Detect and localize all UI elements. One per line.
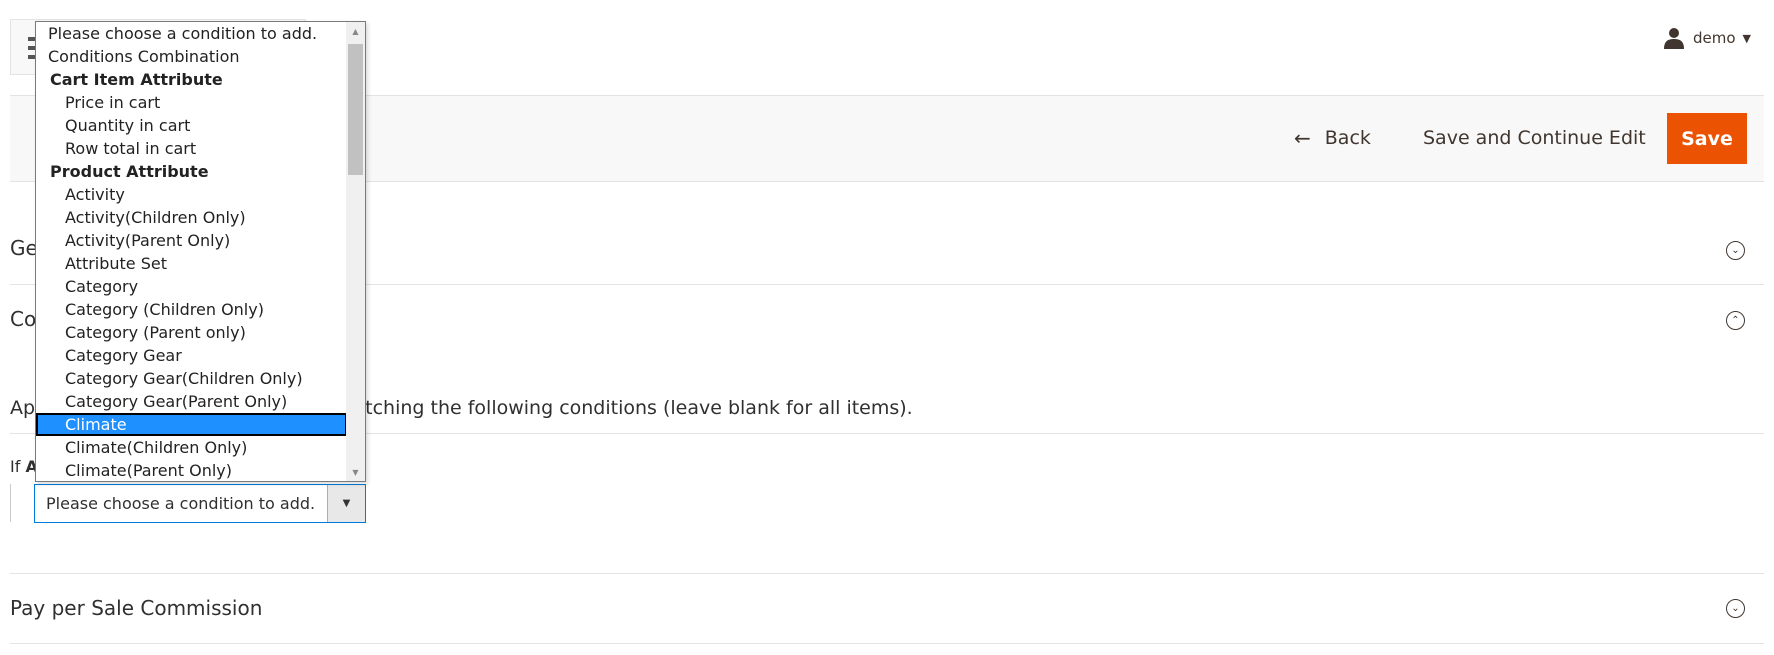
condition-select-value: Please choose a condition to add. <box>46 494 316 513</box>
dropdown-option[interactable]: Category (Children Only) <box>36 298 347 321</box>
section-conditions-title[interactable]: Co <box>10 305 36 333</box>
dropdown-scrollbar[interactable]: ▲ ▼ <box>346 22 365 481</box>
dropdown-option[interactable]: Activity <box>36 183 347 206</box>
dropdown-options: Please choose a condition to add. Conditi… <box>36 22 347 481</box>
divider <box>10 573 1764 574</box>
dropdown-option[interactable]: Category Gear(Children Only) <box>36 367 347 390</box>
apply-text-start: Ap <box>10 397 36 419</box>
divider <box>10 643 1764 644</box>
chevron-up-circle-icon[interactable]: ⌃ <box>1726 311 1745 330</box>
dropdown-option[interactable]: Quantity in cart <box>36 114 347 137</box>
section-general-title[interactable]: Ge <box>10 234 38 262</box>
dropdown-option[interactable]: Conditions Combination <box>36 45 347 68</box>
dropdown-option[interactable]: Category Gear <box>36 344 347 367</box>
chevron-down-icon: ▼ <box>1742 31 1752 45</box>
chevron-down-circle-icon[interactable]: ⌄ <box>1726 599 1745 618</box>
arrow-left-icon: ← <box>1294 126 1311 150</box>
dropdown-option[interactable]: Row total in cart <box>36 137 347 160</box>
save-button[interactable]: Save <box>1667 113 1747 164</box>
dropdown-option[interactable]: Climate <box>36 413 347 436</box>
save-and-continue-button[interactable]: Save and Continue Edit <box>1423 125 1646 151</box>
section-commission-title[interactable]: Pay per Sale Commission <box>10 594 262 622</box>
conditions-tree-border <box>10 484 11 522</box>
dropdown-option[interactable]: Climate(Children Only) <box>36 436 347 459</box>
dropdown-option[interactable]: Category Gear(Parent Only) <box>36 390 347 413</box>
chevron-down-icon: ▼ <box>327 485 365 522</box>
dropdown-option[interactable]: Climate(Parent Only) <box>36 459 347 481</box>
scroll-down-icon[interactable]: ▼ <box>346 463 365 481</box>
if-label: If <box>10 457 21 476</box>
dropdown-optgroup-label: Cart Item Attribute <box>50 70 223 89</box>
user-name: demo <box>1693 29 1736 47</box>
scroll-up-icon[interactable]: ▲ <box>346 22 365 40</box>
scrollbar-thumb[interactable] <box>348 44 363 175</box>
user-icon <box>1664 28 1684 49</box>
dropdown-option[interactable]: Activity(Parent Only) <box>36 229 347 252</box>
dropdown-option[interactable]: Price in cart <box>36 91 347 114</box>
dropdown-option[interactable]: Category (Parent only) <box>36 321 347 344</box>
apply-text-end: s matching the following conditions (lea… <box>319 397 913 419</box>
dropdown-option[interactable]: Please choose a condition to add. <box>36 22 347 45</box>
back-button[interactable]: ← Back <box>1294 125 1371 151</box>
dropdown-optgroup-label: Product Attribute <box>50 162 209 181</box>
condition-dropdown-list[interactable]: Please choose a condition to add. Conditi… <box>35 21 366 482</box>
condition-select[interactable]: Please choose a condition to add. ▼ <box>34 484 366 523</box>
back-label: Back <box>1324 127 1371 149</box>
dropdown-option[interactable]: Activity(Children Only) <box>36 206 347 229</box>
dropdown-option[interactable]: Attribute Set <box>36 252 347 275</box>
chevron-down-circle-icon[interactable]: ⌄ <box>1726 241 1745 260</box>
dropdown-option[interactable]: Category <box>36 275 347 298</box>
user-account-menu[interactable]: demo ▼ <box>1663 27 1751 49</box>
conditions-if-line: If A <box>10 457 38 476</box>
